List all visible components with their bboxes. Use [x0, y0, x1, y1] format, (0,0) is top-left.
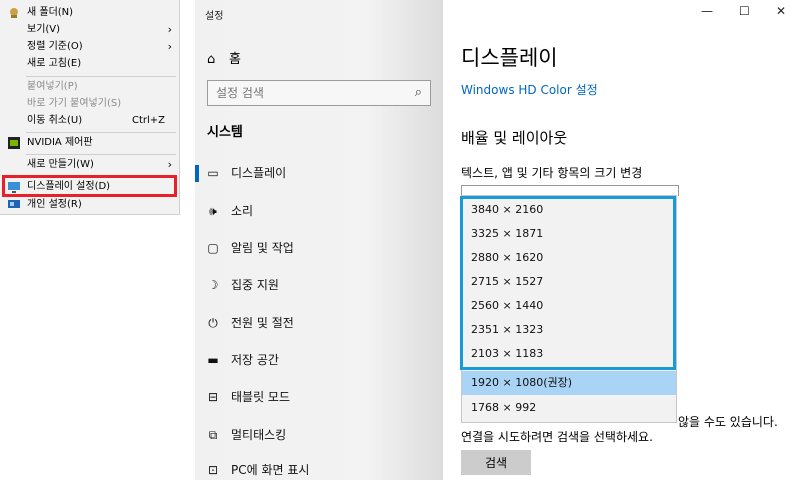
hd-color-settings-link[interactable]: Windows HD Color 설정 — [461, 81, 598, 98]
menu-item-label: 붙여넣기(P) — [27, 81, 78, 92]
menu-item-undo-move[interactable]: 이동 취소(U) Ctrl+Z — [0, 112, 179, 130]
chevron-right-icon: › — [167, 158, 172, 171]
window-title: 설정 — [205, 11, 224, 22]
menu-divider — [26, 76, 176, 77]
page-title: 디스플레이 — [461, 46, 558, 70]
menu-item-personalize[interactable]: 개인 설정(R) — [0, 196, 179, 214]
power-icon: ⏻ — [208, 316, 218, 330]
home-nav[interactable]: ⌂ 홈 — [207, 48, 241, 67]
menu-item-nvidia-control-panel[interactable]: NVIDIA 제어판 — [0, 134, 179, 152]
menu-divider — [26, 132, 176, 133]
nav-label: 알림 및 작업 — [231, 241, 294, 255]
speaker-icon: 🕪 — [209, 204, 217, 218]
resolution-option-selected[interactable]: 1920 × 1080(권장) — [462, 371, 676, 395]
maximize-button[interactable]: ☐ — [739, 4, 750, 18]
nav-label: 소리 — [231, 204, 254, 218]
nav-item-project-to-pc[interactable]: ⊡ PC에 화면 표시 — [195, 455, 443, 485]
chevron-right-icon: › — [167, 40, 172, 53]
nav-item-tablet-mode[interactable]: ⊟ 태블릿 모드 — [195, 382, 443, 412]
menu-item-refresh[interactable]: 새로 고침(E) — [0, 55, 179, 73]
notification-icon: ▢ — [207, 241, 219, 255]
resolution-highlight-box — [460, 196, 676, 370]
menu-item-label: 새로 만들기(W) — [27, 159, 94, 170]
nav-item-focus-assist[interactable]: ☽ 집중 지원 — [195, 270, 443, 300]
moon-icon: ☽ — [207, 278, 219, 292]
desktop-context-menu: 새 폴더(N) 보기(V) › 정렬 기준(O) › 새로 고침(E) 붙여넣기… — [0, 0, 180, 215]
shortcut-text: Ctrl+Z — [131, 115, 165, 126]
menu-item-paste[interactable]: 붙여넣기(P) — [0, 78, 179, 96]
detect-button[interactable]: 검색 — [461, 450, 531, 475]
menu-item-label: 바로 가기 붙여넣기(S) — [27, 98, 122, 109]
display-settings-highlight-box — [2, 175, 177, 197]
section-header-system: 시스템 — [207, 125, 243, 140]
active-indicator — [195, 165, 199, 182]
nav-item-storage[interactable]: ▬ 저장 공간 — [195, 345, 443, 375]
menu-item-label: 이동 취소(U) — [27, 115, 83, 126]
partially-hidden-text: 않을 수도 있습니다. — [678, 415, 778, 429]
menu-item-view[interactable]: 보기(V) › — [0, 21, 179, 39]
scale-label: 텍스트, 앱 및 기타 항목의 크기 변경 — [461, 166, 643, 180]
nav-item-power[interactable]: ⏻ 전원 및 절전 — [195, 308, 443, 338]
nav-item-display[interactable]: ▭ 디스플레이 — [195, 158, 443, 188]
menu-item-label: 개인 설정(R) — [27, 199, 82, 210]
search-icon: ⌕ — [414, 85, 422, 100]
storage-icon: ▬ — [207, 353, 219, 367]
monitor-icon: ▭ — [207, 166, 219, 180]
tablet-icon: ⊟ — [207, 390, 219, 404]
settings-window: 설정 ⌂홈 ⌕ 시스템 ▭ 디스플레이 🕪 소리 ▢ 알림 및 작업 ☽ 집중 … — [195, 0, 800, 480]
nav-label: PC에 화면 표시 — [231, 463, 310, 477]
nav-label: 디스플레이 — [231, 166, 287, 180]
settings-sidebar: 설정 ⌂홈 ⌕ 시스템 ▭ 디스플레이 🕪 소리 ▢ 알림 및 작업 ☽ 집중 … — [195, 0, 443, 480]
nav-label: 전원 및 절전 — [231, 316, 294, 330]
home-icon: ⌂ — [207, 52, 216, 67]
home-label: 홈 — [229, 52, 241, 67]
personalize-icon — [8, 199, 20, 211]
project-icon: ⊡ — [207, 463, 219, 477]
menu-item-label: 새 폴더(N) — [27, 7, 74, 18]
settings-search-input[interactable] — [208, 81, 398, 105]
nav-item-multitasking[interactable]: ⧉ 멀티태스킹 — [195, 420, 443, 450]
nav-label: 저장 공간 — [231, 353, 279, 367]
nav-label: 멀티태스킹 — [231, 428, 287, 442]
nav-item-sound[interactable]: 🕪 소리 — [195, 196, 443, 226]
close-button[interactable]: ✕ — [776, 4, 786, 18]
minimize-button[interactable]: — — [701, 4, 713, 18]
nav-label: 집중 지원 — [231, 278, 279, 292]
menu-item-new[interactable]: 새로 만들기(W) › — [0, 156, 179, 174]
menu-item-sort-by[interactable]: 정렬 기준(O) › — [0, 38, 179, 56]
settings-content: — ☐ ✕ 디스플레이 Windows HD Color 설정 배율 및 레이아… — [443, 0, 800, 480]
scale-layout-heading: 배율 및 레이아웃 — [461, 129, 568, 147]
menu-divider — [26, 154, 176, 155]
menu-item-label: 정렬 기준(O) — [27, 41, 83, 52]
settings-search-box[interactable]: ⌕ — [207, 80, 431, 106]
menu-item-label: NVIDIA 제어판 — [27, 137, 93, 148]
new-folder-icon — [8, 7, 20, 19]
menu-item-label: 새로 고침(E) — [27, 58, 82, 69]
connect-instruction-text: 연결을 시도하려면 검색을 선택하세요. — [461, 430, 653, 444]
chevron-right-icon: › — [167, 23, 172, 36]
resolution-option[interactable]: 1768 × 992 — [462, 396, 676, 420]
menu-item-label: 보기(V) — [27, 24, 61, 35]
nvidia-icon — [8, 137, 20, 149]
menu-item-paste-shortcut[interactable]: 바로 가기 붙여넣기(S) — [0, 95, 179, 113]
menu-item-new-folder[interactable]: 새 폴더(N) — [0, 4, 179, 22]
multitasking-icon: ⧉ — [208, 428, 218, 442]
nav-item-notifications[interactable]: ▢ 알림 및 작업 — [195, 233, 443, 263]
nav-label: 태블릿 모드 — [231, 390, 291, 404]
